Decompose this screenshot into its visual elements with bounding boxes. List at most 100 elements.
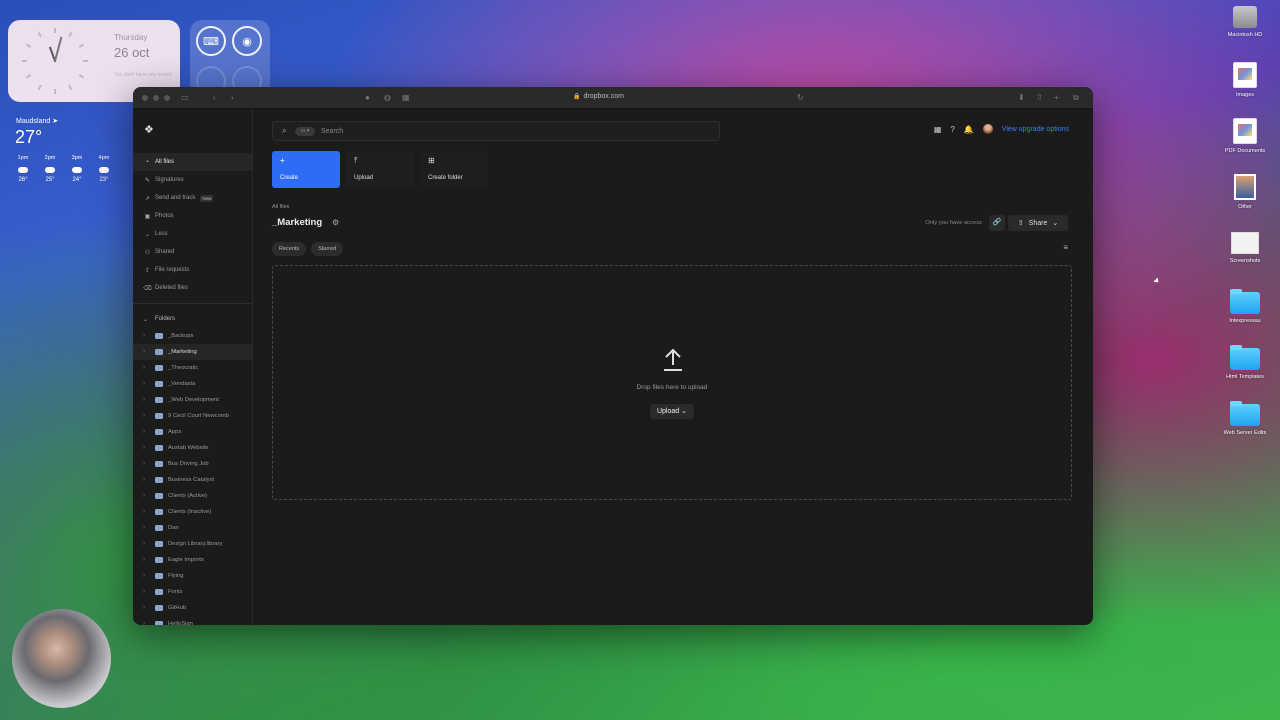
folder-item[interactable]: › Flying <box>133 568 252 584</box>
chevron-right-icon[interactable]: › <box>143 541 151 547</box>
share-page-icon[interactable]: ⇧ <box>1036 93 1043 102</box>
sidebar-item-file-requests[interactable]: ⇪ File requests <box>133 261 252 279</box>
qr-icon[interactable]: ▦ <box>402 93 410 102</box>
forward-icon[interactable]: › <box>231 93 234 102</box>
weather-widget[interactable]: Maudsland ➤ 27° 1pm 26° 2pm 25° 3pm 24° 4pm… <box>8 112 138 192</box>
desktop-icon-pdf-documents[interactable]: PDF Documents <box>1210 118 1280 154</box>
chevron-right-icon[interactable]: › <box>143 573 151 579</box>
browser-titlebar: ▭ ‹ › ● ◍ ▦ 🔒 dropbox.com ↻ ⬇ ⇧ + ⧉ <box>133 87 1093 109</box>
chevron-right-icon[interactable]: › <box>143 413 151 419</box>
chevron-right-icon[interactable]: › <box>143 621 151 625</box>
chevron-right-icon[interactable]: › <box>143 397 151 403</box>
folder-item[interactable]: › Business Catalyst <box>133 472 252 488</box>
folder-item[interactable]: › _Theocratic <box>133 360 252 376</box>
create-folder-button[interactable]: ⊞ Create folder <box>420 151 488 188</box>
drop-upload-button[interactable]: Upload ⌄ <box>650 404 694 419</box>
tab-recents[interactable]: Recents <box>272 242 307 256</box>
desktop-icon-html-templates[interactable]: Html Templates <box>1210 345 1280 380</box>
sidebar-item-photos[interactable]: ▣ Photos <box>133 207 252 225</box>
chevron-right-icon[interactable]: › <box>143 461 151 467</box>
sidebar-item-send-and-track[interactable]: ➚ Send and track New <box>133 189 252 207</box>
chevron-right-icon[interactable]: › <box>143 493 151 499</box>
folder-item[interactable]: › HelloSign <box>133 616 252 625</box>
chevron-right-icon[interactable]: › <box>143 381 151 387</box>
chevron-right-icon[interactable]: › <box>143 477 151 483</box>
sidebar-item-deleted-files[interactable]: ⌫ Deleted files <box>133 279 252 297</box>
desktop-icon-screenshots[interactable]: Screenshots <box>1210 232 1280 264</box>
chevron-right-icon[interactable]: › <box>143 525 151 531</box>
search-input[interactable]: ⌕ ▭ × Search <box>272 121 720 141</box>
folder-icon <box>155 573 163 579</box>
desktop-icon-images[interactable]: Images <box>1210 62 1280 98</box>
tab-overview-icon[interactable]: ⧉ <box>1073 93 1079 103</box>
upgrade-link[interactable]: View upgrade options <box>1002 126 1069 133</box>
address-bar[interactable]: 🔒 dropbox.com <box>573 93 624 100</box>
desktop-icon-macintosh-hd[interactable]: Macintosh HD <box>1210 6 1280 38</box>
folder-item[interactable]: › Eagle Imports <box>133 552 252 568</box>
folder-label: Fonts <box>168 589 183 595</box>
folder-item[interactable]: › Clients (Active) <box>133 488 252 504</box>
tab-starred[interactable]: Starred <box>311 242 344 256</box>
chevron-right-icon[interactable]: › <box>143 333 151 339</box>
copy-link-button[interactable]: 🔗 <box>989 215 1005 231</box>
chevron-right-icon[interactable]: › <box>143 365 151 371</box>
chevron-right-icon[interactable]: › <box>143 589 151 595</box>
folder-item[interactable]: › Clients (Inactive) <box>133 504 252 520</box>
upload-button[interactable]: ⤒ Upload <box>346 151 414 188</box>
folder-item[interactable]: › Bus Driving Job <box>133 456 252 472</box>
download-icon[interactable]: ⬇ <box>1018 93 1025 102</box>
extension-icon[interactable]: ◍ <box>384 93 391 102</box>
zoom-window-button[interactable] <box>164 95 170 101</box>
chevron-right-icon[interactable]: › <box>143 349 151 355</box>
breadcrumb[interactable]: All files <box>272 204 289 210</box>
folder-label: Austab Website <box>168 445 209 451</box>
folder-icon <box>155 509 163 515</box>
folder-item[interactable]: › Apps <box>133 424 252 440</box>
extension-icon[interactable]: ● <box>365 93 370 102</box>
chevron-right-icon[interactable]: › <box>143 509 151 515</box>
desktop-icon-other[interactable]: Other <box>1210 174 1280 210</box>
chevron-up-icon: ⌄ <box>144 231 151 238</box>
reload-icon[interactable]: ↻ <box>797 93 804 102</box>
folder-item[interactable]: › _Marketing <box>133 344 252 360</box>
sidebar-item-shared[interactable]: ⚇ Shared <box>133 243 252 261</box>
notifications-bell-icon[interactable]: 🔔 <box>964 125 974 134</box>
drop-zone[interactable]: Drop files here to upload Upload ⌄ <box>272 265 1072 500</box>
apps-grid-icon[interactable]: ▦ <box>934 125 942 134</box>
back-icon[interactable]: ‹ <box>213 93 216 102</box>
sidebar-item-signatures[interactable]: ✎ Signatures <box>133 171 252 189</box>
dropbox-logo-icon[interactable]: ❖ <box>144 123 158 136</box>
folder-label: Apps <box>168 429 182 435</box>
folder-item[interactable]: › _Backups <box>133 328 252 344</box>
folder-item[interactable]: › _Vendasta <box>133 376 252 392</box>
chevron-right-icon[interactable]: › <box>143 429 151 435</box>
folder-item[interactable]: › _Web Development <box>133 392 252 408</box>
folder-item[interactable]: › Dan <box>133 520 252 536</box>
folder-item[interactable]: › 9 Cecil Court Newcomb <box>133 408 252 424</box>
help-icon[interactable]: ? <box>950 125 954 134</box>
folder-item[interactable]: › Fonts <box>133 584 252 600</box>
sidebar-item-all-files[interactable]: ▪ All files <box>133 153 252 171</box>
avatar[interactable] <box>982 124 993 134</box>
desktop-icon-intexpressau[interactable]: Intexpressau <box>1210 289 1280 324</box>
folder-item[interactable]: › Design Library.library <box>133 536 252 552</box>
list-view-icon[interactable]: ≡ <box>1063 243 1068 252</box>
folder-item[interactable]: › GitHub <box>133 600 252 616</box>
create-button[interactable]: + Create <box>272 151 340 188</box>
chevron-right-icon[interactable]: › <box>143 557 151 563</box>
sidebar-item-less[interactable]: ⌄ Less <box>133 225 252 243</box>
screenshot-icon <box>1231 232 1259 254</box>
mouse-battery-ring: ◉ <box>232 26 262 56</box>
folder-item[interactable]: › Austab Website <box>133 440 252 456</box>
chevron-right-icon[interactable]: › <box>143 445 151 451</box>
new-tab-icon[interactable]: + <box>1054 93 1059 102</box>
folder-filter-chip[interactable]: ▭ × <box>295 127 315 136</box>
share-button[interactable]: ⇧ Share ⌄ <box>1008 215 1068 231</box>
minimize-window-button[interactable] <box>153 95 159 101</box>
gear-icon[interactable]: ⚙ <box>332 218 339 227</box>
desktop-icon-web-server-edits[interactable]: Web Server Edits <box>1210 401 1280 436</box>
folders-toggle[interactable]: ⌄ Folders <box>133 310 252 328</box>
close-window-button[interactable] <box>142 95 148 101</box>
sidebar-toggle-icon[interactable]: ▭ <box>181 93 189 102</box>
chevron-right-icon[interactable]: › <box>143 605 151 611</box>
